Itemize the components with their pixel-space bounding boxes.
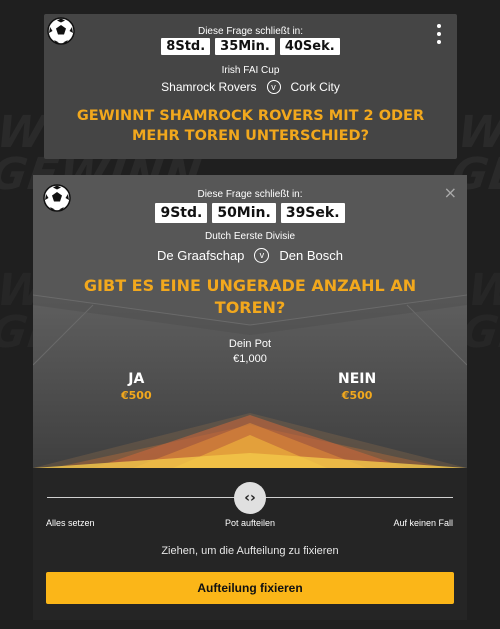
no-amount: €500 <box>341 389 373 402</box>
timer-hours: 8Std. <box>161 38 211 55</box>
label-no-way: Auf keinen Fall <box>393 518 453 528</box>
match-teams: Shamrock Rovers v Cork City <box>44 80 457 94</box>
vs-badge: v <box>254 248 270 263</box>
timer-minutes: 35Min. <box>215 38 275 55</box>
no-label: NEIN <box>338 371 377 387</box>
vs-badge: v <box>266 80 281 94</box>
timer-seconds: 40Sek. <box>279 38 340 55</box>
split-panel: ‹› Alles setzen Pot aufteilen Auf keinen… <box>33 468 467 620</box>
question-card-top[interactable]: Diese Frage schließt in: 8Std. 35Min. 40… <box>44 14 457 159</box>
competition-name: Irish FAI Cup <box>221 65 280 76</box>
confirm-split-button[interactable]: Aufteilung fixieren <box>46 572 454 604</box>
match-teams: De Graafschap v Den Bosch <box>33 248 467 263</box>
question-text: GIBT ES EINE UNGERADE ANZAHL AN TOREN? <box>83 276 417 317</box>
question-text: GEWINNT SHAMROCK ROVERS MIT 2 ODER MEHR … <box>76 108 425 144</box>
pot-value: €1,000 <box>233 353 267 365</box>
away-team: Den Bosch <box>279 248 344 263</box>
countdown-timer: 9Std. 50Min. 39Sek. <box>33 203 467 223</box>
pot-label: Dein Pot <box>228 338 272 350</box>
yes-side: JA €500 <box>121 371 152 402</box>
timer-hours: 9Std. <box>155 203 208 223</box>
closes-label: Diese Frage schließt in: <box>197 189 303 200</box>
question-card-active: × Diese Frage schließt in: 9Std. 50Min. … <box>33 175 467 468</box>
timer-seconds: 39Sek. <box>280 203 345 223</box>
countdown-timer: 8Std. 35Min. 40Sek. <box>44 38 457 55</box>
home-team: Shamrock Rovers <box>161 80 257 94</box>
slogan-line-1: WETTE DEN <box>454 107 500 158</box>
away-team: Cork City <box>290 80 340 94</box>
yes-label: JA <box>128 371 145 387</box>
competition-name: Dutch Eerste Divisie <box>204 231 296 242</box>
drag-hint: Ziehen, um die Aufteilung zu fixieren <box>161 545 339 557</box>
slogan-line-1: WETTE DEN <box>464 265 500 316</box>
closes-label: Diese Frage schließt in: <box>197 26 304 37</box>
chevrons-left-right-icon[interactable]: ‹› <box>234 482 266 514</box>
home-team: De Graafschap <box>156 248 245 263</box>
yes-amount: €500 <box>121 389 152 402</box>
no-side: NEIN €500 <box>338 371 376 402</box>
timer-minutes: 50Min. <box>212 203 276 223</box>
